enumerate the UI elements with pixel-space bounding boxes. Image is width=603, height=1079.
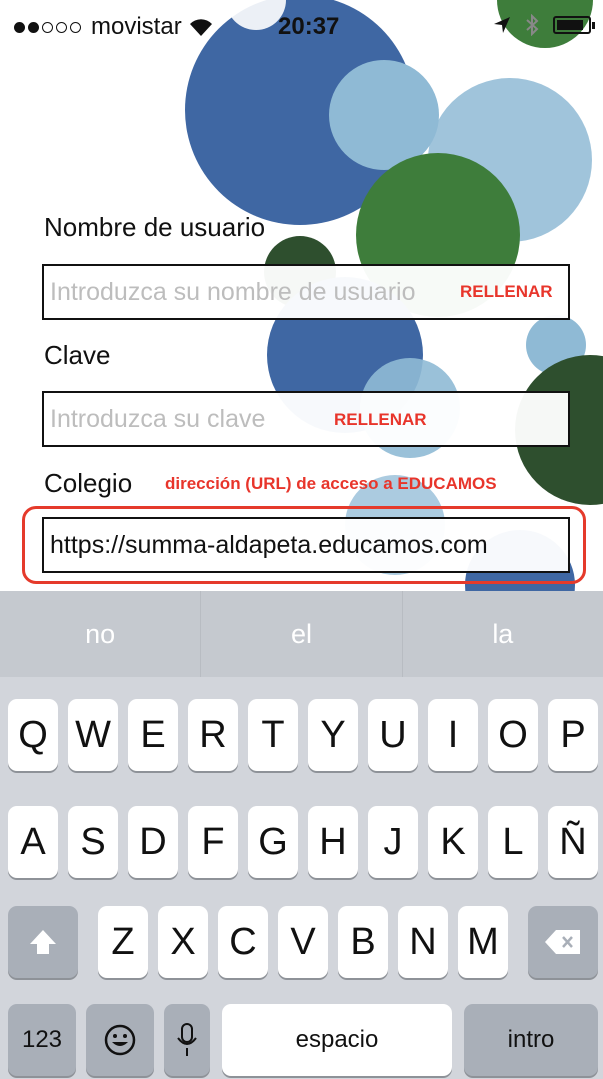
suggestion-bar: no el la xyxy=(0,591,603,677)
key-r[interactable]: R xyxy=(188,699,238,771)
school-note: dirección (URL) de acceso a EDUCAMOS xyxy=(165,474,497,493)
login-screen: movistar 20:37 Nombre de usuario RELLENA… xyxy=(0,0,603,1079)
return-key[interactable]: intro xyxy=(464,1004,598,1076)
shift-icon xyxy=(30,930,56,954)
key-x[interactable]: X xyxy=(158,906,208,978)
wifi-icon xyxy=(189,19,212,36)
space-key[interactable]: espacio xyxy=(222,1004,452,1076)
password-input[interactable] xyxy=(44,393,568,445)
key-v[interactable]: V xyxy=(278,906,328,978)
location-arrow-icon xyxy=(494,17,510,33)
school-field[interactable] xyxy=(42,517,570,573)
school-input[interactable] xyxy=(44,519,568,571)
key-h[interactable]: H xyxy=(308,806,358,878)
key-m[interactable]: M xyxy=(458,906,508,978)
key-l[interactable]: L xyxy=(488,806,538,878)
suggestion-item[interactable]: no xyxy=(0,591,202,677)
signal-dots-icon xyxy=(14,21,81,33)
emoji-key[interactable] xyxy=(86,1004,154,1076)
key-o[interactable]: O xyxy=(488,699,538,771)
key-c[interactable]: C xyxy=(218,906,268,978)
key-a[interactable]: A xyxy=(8,806,58,878)
username-note: RELLENAR xyxy=(460,282,553,301)
status-time: 20:37 xyxy=(278,13,340,40)
key-d[interactable]: D xyxy=(128,806,178,878)
school-label: Colegio xyxy=(44,468,133,498)
key-b[interactable]: B xyxy=(338,906,388,978)
key-p[interactable]: P xyxy=(548,699,598,771)
suggestion-item[interactable]: la xyxy=(403,591,603,677)
key-q[interactable]: Q xyxy=(8,699,58,771)
key-k[interactable]: K xyxy=(428,806,478,878)
emoji-icon xyxy=(104,1024,136,1056)
backspace-key[interactable] xyxy=(528,906,598,978)
shift-key[interactable] xyxy=(8,906,78,978)
key-e[interactable]: E xyxy=(128,699,178,771)
dictation-key[interactable] xyxy=(164,1004,210,1076)
battery-icon xyxy=(553,16,595,34)
key-f[interactable]: F xyxy=(188,806,238,878)
key-enye[interactable]: Ñ xyxy=(548,806,598,878)
numbers-key[interactable]: 123 xyxy=(8,1004,76,1076)
key-n[interactable]: N xyxy=(398,906,448,978)
username-label: Nombre de usuario xyxy=(44,212,266,242)
password-field[interactable] xyxy=(42,391,570,447)
key-y[interactable]: Y xyxy=(308,699,358,771)
key-j[interactable]: J xyxy=(368,806,418,878)
key-z[interactable]: Z xyxy=(98,906,148,978)
carrier-label: movistar xyxy=(91,13,182,40)
key-i[interactable]: I xyxy=(428,699,478,771)
key-w[interactable]: W xyxy=(68,699,118,771)
key-s[interactable]: S xyxy=(68,806,118,878)
bluetooth-icon xyxy=(526,14,539,36)
password-label: Clave xyxy=(44,340,111,370)
backspace-icon xyxy=(545,930,580,954)
password-note: RELLENAR xyxy=(334,410,427,429)
key-g[interactable]: G xyxy=(248,806,298,878)
key-u[interactable]: U xyxy=(368,699,418,771)
microphone-icon xyxy=(177,1023,197,1056)
keyboard: no el la Q W E R T Y U I O P A S D F G H… xyxy=(0,591,603,1079)
key-t[interactable]: T xyxy=(248,699,298,771)
suggestion-item[interactable]: el xyxy=(201,591,403,677)
status-bar: movistar 20:37 xyxy=(0,0,603,50)
